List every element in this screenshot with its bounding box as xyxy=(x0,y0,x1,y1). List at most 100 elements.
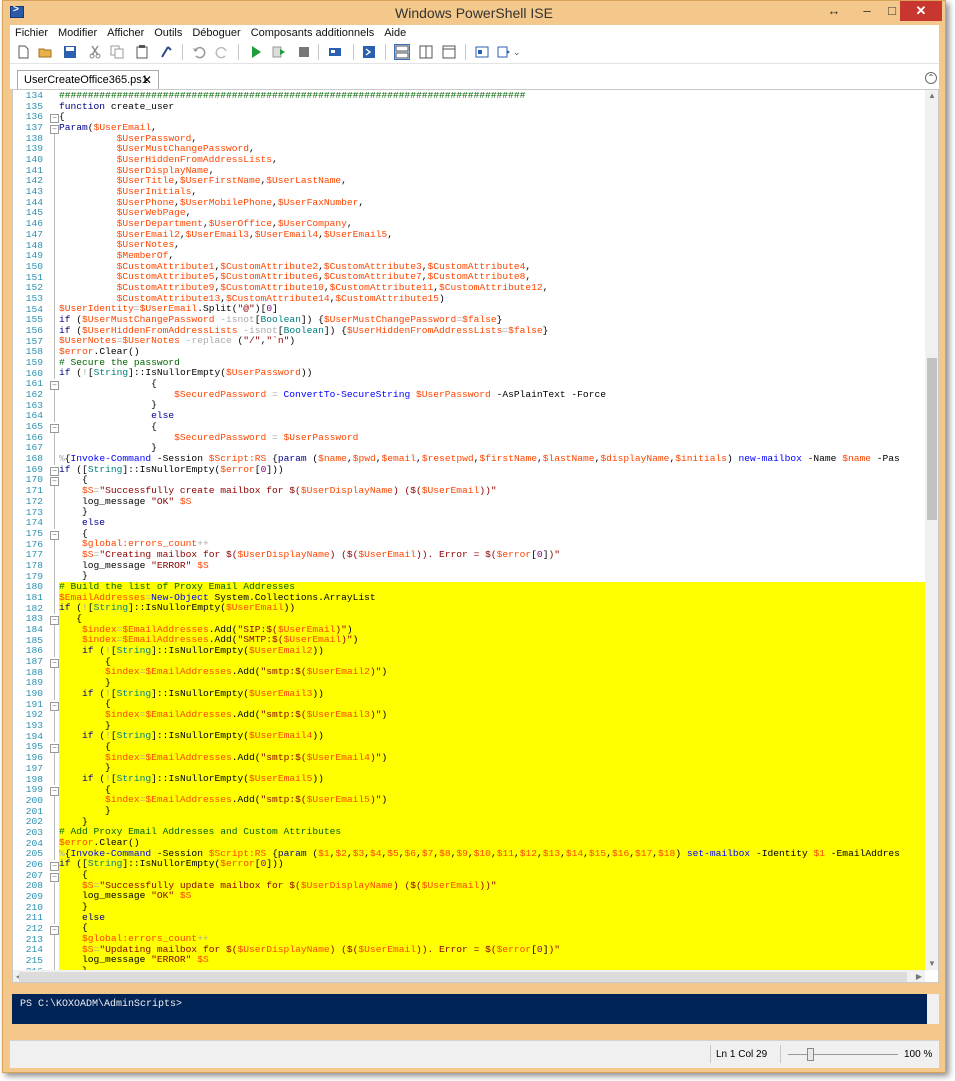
code-line[interactable]: log_message "ERROR" $S xyxy=(59,955,925,967)
script-pane-top-icon[interactable] xyxy=(394,44,410,60)
code-line[interactable]: $error.Clear() xyxy=(59,346,925,358)
fold-guide xyxy=(54,539,55,551)
fold-toggle-icon[interactable] xyxy=(50,657,59,668)
fold-toggle-icon[interactable] xyxy=(50,785,59,796)
code-line[interactable]: ########################################… xyxy=(59,90,925,102)
fold-toggle-icon[interactable] xyxy=(50,871,59,882)
code-line[interactable]: $UserEmail2,$UserEmail3,$UserEmail4,$Use… xyxy=(59,229,925,241)
code-line[interactable]: $SecuredPassword = ConvertTo-SecureStrin… xyxy=(59,389,925,401)
code-line[interactable]: log_message "ERROR" $S xyxy=(59,560,925,572)
code-line[interactable]: else xyxy=(59,410,925,422)
run-script-icon[interactable] xyxy=(249,45,263,59)
script-editor[interactable]: 1341351361371381391401411421431441451461… xyxy=(12,89,939,983)
new-remote-tab-icon[interactable] xyxy=(328,45,342,59)
code-token: $name xyxy=(842,452,877,464)
menu-modifier[interactable]: Modifier xyxy=(53,25,102,41)
show-script-pane-icon[interactable] xyxy=(475,45,489,59)
vertical-scroll-thumb[interactable] xyxy=(927,358,937,520)
code-line[interactable]: } xyxy=(59,805,925,817)
code-token: , xyxy=(358,196,365,208)
code-line[interactable]: $SecuredPassword = $UserPassword xyxy=(59,432,925,444)
code-line[interactable]: else xyxy=(59,912,925,924)
code-line[interactable]: if (![String]::IsNullorEmpty($UserEmail2… xyxy=(59,645,925,657)
code-line[interactable]: log_message "OK" $S xyxy=(59,496,925,508)
stop-icon[interactable] xyxy=(297,45,311,59)
menu-afficher[interactable]: Afficher xyxy=(102,25,149,41)
code-line[interactable]: $index=$EmailAddresses.Add("smtp:$($User… xyxy=(59,795,925,807)
tab-close-icon[interactable]: ✕ xyxy=(142,71,152,90)
horizontal-scroll-thumb[interactable] xyxy=(19,972,907,982)
clear-console-icon[interactable] xyxy=(159,45,173,59)
code-area[interactable]: ########################################… xyxy=(59,90,925,982)
code-line[interactable]: else xyxy=(59,517,925,529)
open-file-icon[interactable] xyxy=(38,45,52,59)
code-line[interactable]: $UserNotes, xyxy=(59,240,925,251)
code-line[interactable]: if ([String]::IsNullorEmpty($error[0])) xyxy=(59,464,925,476)
code-line[interactable]: } xyxy=(59,901,925,913)
new-file-icon[interactable] xyxy=(16,45,30,59)
code-line[interactable]: log_message "OK" $S xyxy=(59,891,925,903)
script-pane-right-icon[interactable] xyxy=(419,45,433,59)
fold-toggle-icon[interactable] xyxy=(50,924,59,935)
code-line[interactable]: if (![String]::IsNullorEmpty($UserEmail)… xyxy=(59,602,925,614)
more-icon[interactable]: ⌄ xyxy=(513,47,527,61)
scroll-up-icon[interactable]: ▲ xyxy=(925,90,938,102)
run-selection-icon[interactable] xyxy=(272,45,286,59)
menu-outils[interactable]: Outils xyxy=(149,25,187,41)
code-line[interactable]: if (![String]::IsNullorEmpty($UserEmail5… xyxy=(59,773,925,785)
horizontal-scrollbar[interactable]: ◀ ▶ xyxy=(13,970,925,982)
menu-deboguer[interactable]: Déboguer xyxy=(187,25,245,41)
code-line[interactable]: { xyxy=(59,112,925,123)
title-bar[interactable]: Windows PowerShell ISE ↔ – □ ✕ xyxy=(3,1,945,25)
code-token: String xyxy=(87,858,123,870)
fold-toggle-icon[interactable] xyxy=(50,465,59,476)
menu-composants-additionnels[interactable]: Composants additionnels xyxy=(246,25,380,41)
code-line[interactable]: $UserNotes=$UserNotes -replace ("/","`n"… xyxy=(59,336,925,347)
fold-toggle-icon[interactable] xyxy=(50,614,59,625)
collapse-script-pane-icon[interactable]: ⌃ xyxy=(925,72,937,84)
copy-icon[interactable] xyxy=(110,45,124,59)
cut-icon[interactable] xyxy=(88,45,102,59)
console-pane[interactable]: PS C:\KOXOADM\AdminScripts> xyxy=(12,994,927,1024)
code-line[interactable]: # Add Proxy Email Addresses and Custom A… xyxy=(59,827,925,839)
code-line[interactable]: if (![String]::IsNullorEmpty($UserEmail4… xyxy=(59,730,925,742)
powershell-icon[interactable] xyxy=(362,45,376,59)
close-button[interactable]: ✕ xyxy=(900,1,942,21)
menu-fichier[interactable]: Fichier xyxy=(10,25,53,41)
code-token: { xyxy=(59,698,111,710)
code-line[interactable]: if (![String]::IsNullorEmpty($UserEmail3… xyxy=(59,688,925,700)
paste-icon[interactable] xyxy=(135,45,149,59)
show-commands-icon[interactable] xyxy=(497,45,511,59)
minimize-button[interactable]: – xyxy=(854,1,880,21)
fold-toggle-icon[interactable] xyxy=(50,529,59,540)
redo-icon[interactable] xyxy=(215,45,229,59)
vertical-scrollbar[interactable]: ▲ ▼ xyxy=(925,90,938,970)
resize-icon[interactable]: ↔ xyxy=(821,1,847,21)
code-line[interactable]: function create_user xyxy=(59,101,925,113)
fold-toggle-icon[interactable] xyxy=(50,123,59,134)
code-line[interactable]: $index=$EmailAddresses.Add("smtp:$($User… xyxy=(59,752,925,764)
code-line[interactable]: } xyxy=(59,506,925,518)
console-scrollbar[interactable] xyxy=(927,994,939,1024)
fold-toggle-icon[interactable] xyxy=(50,422,59,433)
tab-usercreateoffice365[interactable]: UserCreateOffice365.ps1 ✕ xyxy=(17,70,159,91)
code-line[interactable]: if ([String]::IsNullorEmpty($error[0])) xyxy=(59,858,925,871)
scroll-down-icon[interactable]: ▼ xyxy=(925,958,938,970)
undo-icon[interactable] xyxy=(192,45,206,59)
fold-toggle-icon[interactable] xyxy=(50,112,59,123)
fold-toggle-icon[interactable] xyxy=(50,742,59,753)
zoom-slider-track[interactable] xyxy=(788,1054,898,1055)
fold-toggle-icon[interactable] xyxy=(50,700,59,711)
fold-toggle-icon[interactable] xyxy=(50,475,59,486)
code-line[interactable]: $index=$EmailAddresses.Add("smtp:$($User… xyxy=(59,666,925,678)
code-line[interactable]: if (![String]::IsNullorEmpty($UserPasswo… xyxy=(59,368,925,379)
fold-toggle-icon[interactable] xyxy=(50,860,59,871)
code-line[interactable]: } xyxy=(59,400,925,411)
fold-toggle-icon[interactable] xyxy=(50,379,59,390)
zoom-slider-thumb[interactable] xyxy=(807,1048,814,1061)
code-line[interactable]: $index=$EmailAddresses.Add("smtp:$($User… xyxy=(59,709,925,721)
save-icon[interactable] xyxy=(63,45,77,59)
script-pane-maximized-icon[interactable] xyxy=(442,45,456,59)
scroll-right-icon[interactable]: ▶ xyxy=(913,970,925,982)
menu-aide[interactable]: Aide xyxy=(379,25,411,41)
